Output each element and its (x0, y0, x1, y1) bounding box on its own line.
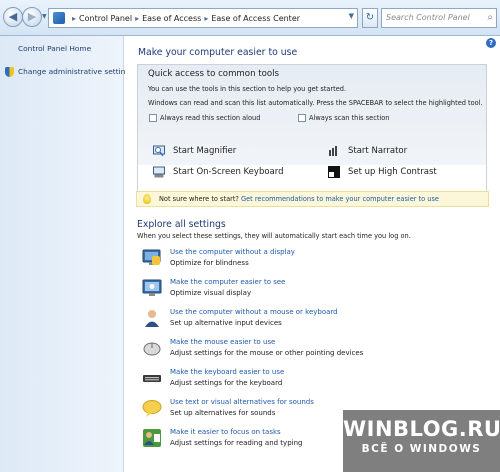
breadcrumb-control-panel[interactable]: Control Panel (79, 14, 132, 23)
breadcrumb-separator-icon[interactable]: ▸ (204, 14, 208, 23)
tip-prefix: Not sure where to start? (159, 195, 239, 203)
uac-shield-icon (5, 67, 14, 77)
setting-description: Set up alternatives for sounds (170, 409, 276, 417)
quick-access-title: Quick access to common tools (148, 69, 279, 79)
magnifier-icon (153, 145, 165, 157)
quick-access-scan-info: Windows can read and scan this list auto… (148, 99, 483, 107)
keyboard-icon (153, 166, 165, 178)
forward-button[interactable]: ▶ (22, 7, 42, 27)
watermark-tagline: ВСЁ О WINDOWS (361, 443, 482, 455)
refresh-button[interactable]: ↻ (362, 8, 378, 28)
page-title: Make your computer easier to use (138, 47, 298, 58)
start-on-screen-keyboard-button[interactable]: Start On-Screen Keyboard (153, 166, 284, 178)
control-panel-home-link[interactable]: Control Panel Home (18, 44, 91, 53)
setting-description: Optimize for blindness (170, 259, 249, 267)
setting-description: Adjust settings for reading and typing (170, 439, 303, 447)
always-scan-checkbox[interactable] (298, 114, 306, 122)
always-read-label[interactable]: Always read this section aloud (160, 114, 260, 122)
setting-without-mouse-or-keyboard[interactable]: Use the computer without a mouse or keyb… (142, 306, 482, 332)
search-icon[interactable]: ⌕ (487, 12, 493, 23)
display-icon (142, 249, 161, 265)
tasks-icon (143, 429, 161, 447)
address-bar[interactable]: ▸ Control Panel ▸ Ease of Access ▸ Ease … (48, 8, 358, 28)
set-up-high-contrast-label: Set up High Contrast (348, 167, 437, 177)
help-icon[interactable]: ? (486, 38, 496, 48)
setting-mouse-easier[interactable]: Make the mouse easier to use Adjust sett… (142, 336, 482, 362)
setting-link[interactable]: Use text or visual alternatives for soun… (170, 398, 314, 406)
setting-link[interactable]: Make the mouse easier to use (170, 338, 275, 346)
setting-without-display[interactable]: Use the computer without a display Optim… (142, 246, 482, 272)
setting-description: Adjust settings for the mouse or other p… (170, 349, 364, 357)
search-input[interactable]: Search Control Panel ⌕ (381, 8, 497, 28)
user-icon (145, 310, 159, 327)
watermark-site-name: WINBLOG.RU (343, 417, 500, 441)
mouse-icon (143, 342, 161, 356)
start-narrator-button[interactable]: Start Narrator (328, 145, 407, 157)
setting-link[interactable]: Make the computer easier to see (170, 278, 285, 286)
breadcrumb-separator-icon[interactable]: ▸ (135, 14, 139, 23)
setting-link[interactable]: Use the computer without a display (170, 248, 295, 256)
quick-access-panel: Quick access to common tools You can use… (137, 64, 487, 206)
address-toolbar: ◀ ▶ ▼ ▸ Control Panel ▸ Ease of Access ▸… (0, 0, 500, 36)
keyboard-icon (143, 375, 161, 382)
breadcrumb-separator-icon[interactable]: ▸ (72, 14, 76, 23)
setting-keyboard-easier[interactable]: Make the keyboard easier to use Adjust s… (142, 366, 482, 392)
narrator-icon (329, 146, 337, 156)
speech-bubble-icon (142, 400, 162, 417)
start-on-screen-keyboard-label: Start On-Screen Keyboard (173, 167, 284, 177)
address-dropdown-icon[interactable]: ▼ (349, 12, 354, 20)
breadcrumb-ease-of-access-center[interactable]: Ease of Access Center (211, 14, 300, 23)
back-button[interactable]: ◀ (3, 7, 23, 27)
always-scan-label[interactable]: Always scan this section (309, 114, 389, 122)
setting-description: Optimize visual display (170, 289, 252, 297)
quick-access-intro: You can use the tools in this section to… (148, 85, 347, 93)
breadcrumb-ease-of-access[interactable]: Ease of Access (142, 14, 201, 23)
always-read-checkbox[interactable] (149, 114, 157, 122)
monitor-icon (142, 279, 162, 296)
recommendation-tip-bar: Not sure where to start? Get recommendat… (136, 191, 489, 207)
setting-easier-to-see[interactable]: Make the computer easier to see Optimize… (142, 276, 482, 302)
setting-description: Set up alternative input devices (170, 319, 282, 327)
start-narrator-label: Start Narrator (348, 146, 408, 156)
recent-pages-dropdown-icon[interactable]: ▼ (42, 13, 47, 20)
set-up-high-contrast-button[interactable]: Set up High Contrast (328, 166, 437, 178)
setting-link[interactable]: Use the computer without a mouse or keyb… (170, 308, 338, 316)
main-content: ? Make your computer easier to use Quick… (125, 36, 500, 472)
search-placeholder: Search Control Panel (386, 13, 470, 22)
site-watermark: WINBLOG.RU ВСЁ О WINDOWS (343, 410, 500, 472)
explore-all-settings-heading: Explore all settings (137, 219, 226, 230)
setting-link[interactable]: Make it easier to focus on tasks (170, 428, 281, 436)
contrast-icon (328, 166, 340, 178)
explore-all-settings-subtitle: When you select these settings, they wil… (137, 232, 411, 240)
setting-link[interactable]: Make the keyboard easier to use (170, 368, 284, 376)
start-magnifier-button[interactable]: Start Magnifier (153, 145, 236, 157)
change-administrative-settings-link[interactable]: Change administrative settings (18, 67, 134, 76)
lightbulb-icon (143, 194, 151, 204)
get-recommendations-link[interactable]: Get recommendations to make your compute… (241, 195, 439, 203)
control-panel-icon (53, 12, 65, 24)
start-magnifier-label: Start Magnifier (173, 146, 237, 156)
left-navigation-pane: Control Panel Home Change administrative… (0, 36, 134, 472)
setting-description: Adjust settings for the keyboard (170, 379, 283, 387)
